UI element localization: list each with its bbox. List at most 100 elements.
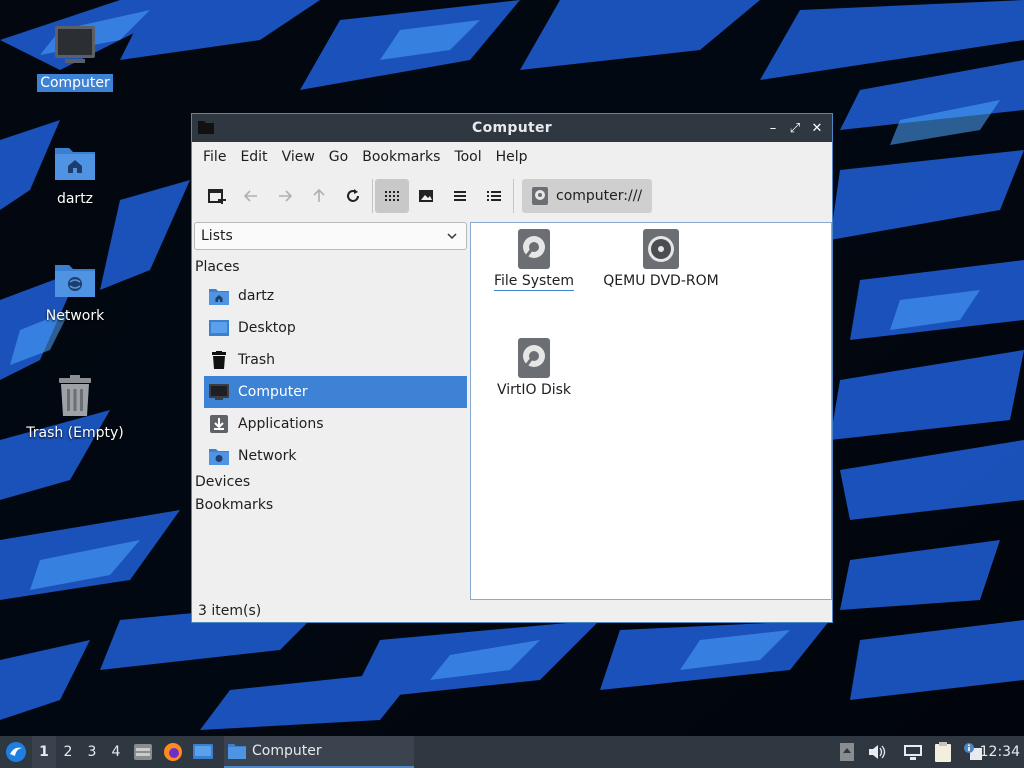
network-icon	[904, 745, 922, 760]
menu-bar: File Edit View Go Bookmarks Tool Help	[192, 142, 832, 172]
file-manager-launcher[interactable]	[128, 736, 158, 768]
drive-icon	[532, 187, 548, 205]
desktop-icon-computer[interactable]: Computer	[20, 22, 130, 92]
icon-view-button[interactable]	[375, 179, 409, 213]
places-heading[interactable]: Places	[195, 259, 240, 275]
file-manager-icon	[134, 744, 152, 760]
trash-icon	[212, 351, 226, 369]
home-folder-icon	[55, 148, 95, 180]
desktop-icon-label: Computer	[37, 74, 113, 92]
file-item-file-system[interactable]: File System	[469, 229, 599, 291]
desktop-icon-label: dartz	[56, 191, 94, 207]
arrow-right-icon	[279, 190, 293, 202]
arrow-up-icon	[313, 188, 325, 202]
place-desktop[interactable]: Desktop	[204, 312, 467, 344]
compact-list-icon	[454, 191, 466, 201]
back-button[interactable]	[234, 179, 268, 213]
detailed-view-button[interactable]	[477, 179, 511, 213]
toolbar: computer:///	[192, 172, 832, 220]
tray-network[interactable]	[898, 736, 928, 768]
forward-button[interactable]	[268, 179, 302, 213]
reload-icon	[347, 189, 359, 202]
file-item-label: File System	[493, 273, 575, 291]
file-item-virtio-disk[interactable]: VirtIO Disk	[469, 338, 599, 398]
side-pane-mode-select[interactable]: Lists	[194, 222, 467, 250]
workspace-3[interactable]: 3	[80, 736, 104, 768]
side-pane-mode-value: Lists	[201, 228, 233, 244]
location-bar[interactable]: computer:///	[522, 179, 653, 213]
storage-icon	[840, 743, 854, 761]
firefox-launcher[interactable]	[158, 736, 188, 768]
desktop-icon-home[interactable]: dartz	[20, 138, 130, 208]
desktop-icon-network[interactable]: Network	[20, 255, 130, 325]
network-folder-icon	[55, 265, 95, 297]
file-item-qemu-dvd-rom[interactable]: QEMU DVD-ROM	[596, 229, 726, 289]
network-folder-icon	[209, 449, 229, 465]
reload-button[interactable]	[336, 179, 370, 213]
tray-volume[interactable]	[862, 736, 892, 768]
show-desktop-button[interactable]	[188, 736, 218, 768]
menu-file[interactable]: File	[196, 149, 233, 165]
desktop-icon-label: Trash (Empty)	[26, 425, 124, 441]
place-dartz[interactable]: dartz	[204, 280, 467, 312]
desktop-icon-trash[interactable]: Trash (Empty)	[20, 372, 130, 442]
close-button[interactable]: ✕	[808, 119, 826, 137]
place-trash[interactable]: Trash	[204, 344, 467, 376]
file-item-label: QEMU DVD-ROM	[603, 273, 719, 289]
start-menu-button[interactable]	[0, 736, 32, 768]
desktop-icon-label: Network	[45, 308, 105, 324]
window-title: Computer	[472, 120, 552, 136]
drive-icon	[518, 229, 550, 269]
side-pane: Lists Places dartz Desktop Trash Compute…	[192, 220, 469, 600]
desktop-icon	[193, 744, 213, 759]
location-path: computer:///	[556, 188, 643, 204]
status-bar: 3 item(s)	[198, 603, 262, 619]
file-manager-window: Computer – ⤢ ✕ File Edit View Go Bookmar…	[191, 113, 833, 623]
up-button[interactable]	[302, 179, 336, 213]
taskbar: 1 2 3 4 Computer 12:34	[0, 736, 1024, 768]
folder-icon	[198, 121, 214, 134]
home-folder-icon	[209, 289, 229, 305]
tray-clipboard[interactable]	[928, 736, 958, 768]
volume-icon	[869, 745, 886, 759]
drive-icon	[518, 338, 550, 378]
bookmarks-heading[interactable]: Bookmarks	[195, 497, 273, 513]
new-window-icon	[208, 189, 226, 204]
menu-bookmarks[interactable]: Bookmarks	[355, 149, 447, 165]
computer-icon	[55, 26, 95, 63]
menu-tool[interactable]: Tool	[447, 149, 488, 165]
workspace-2[interactable]: 2	[56, 736, 80, 768]
minimize-button[interactable]: –	[764, 119, 782, 137]
place-label: Desktop	[238, 320, 296, 336]
place-computer[interactable]: Computer	[204, 376, 467, 408]
maximize-button[interactable]: ⤢	[786, 119, 804, 137]
place-applications[interactable]: Applications	[204, 408, 467, 440]
workspace-4[interactable]: 4	[104, 736, 128, 768]
workspace-1[interactable]: 1	[32, 736, 56, 768]
folder-icon	[228, 744, 246, 759]
computer-icon	[209, 384, 229, 400]
place-network[interactable]: Network	[204, 440, 467, 472]
detailed-list-icon	[487, 191, 501, 201]
clock[interactable]: 12:34	[980, 736, 1020, 768]
new-tab-button[interactable]	[200, 179, 234, 213]
place-label: Trash	[238, 352, 275, 368]
taskbar-window-label: Computer	[252, 743, 322, 759]
grid-view-icon	[385, 191, 399, 201]
taskbar-window-computer[interactable]: Computer	[224, 736, 414, 768]
devices-heading[interactable]: Devices	[195, 474, 250, 490]
menu-help[interactable]: Help	[489, 149, 535, 165]
place-label: dartz	[238, 288, 275, 304]
compact-view-button[interactable]	[443, 179, 477, 213]
menu-go[interactable]: Go	[322, 149, 355, 165]
toolbar-separator	[513, 179, 514, 213]
file-view[interactable]: File System QEMU DVD-ROM VirtIO Disk	[470, 222, 832, 600]
clipboard-icon	[935, 742, 951, 762]
window-titlebar[interactable]: Computer – ⤢ ✕	[192, 114, 832, 142]
optical-drive-icon	[643, 229, 679, 269]
thumbnail-view-button[interactable]	[409, 179, 443, 213]
tray-updates[interactable]	[832, 736, 862, 768]
menu-view[interactable]: View	[275, 149, 322, 165]
place-label: Applications	[238, 416, 324, 432]
menu-edit[interactable]: Edit	[233, 149, 274, 165]
